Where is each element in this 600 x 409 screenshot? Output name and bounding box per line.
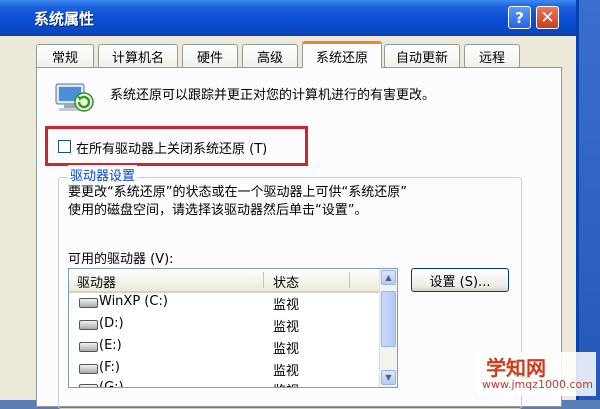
tab-advanced[interactable]: 高级 xyxy=(242,44,298,67)
column-header-status[interactable]: 状态 xyxy=(273,272,299,291)
hard-drive-icon xyxy=(79,298,98,308)
drive-row[interactable]: WinXP (C:) 监视 xyxy=(69,293,381,313)
tab-remote[interactable]: 远程 xyxy=(464,44,520,67)
window-title: 系统属性 xyxy=(34,10,95,28)
scroll-thumb[interactable] xyxy=(381,291,396,347)
drive-status: 监视 xyxy=(273,298,300,313)
drive-status: 监视 xyxy=(273,364,300,379)
close-icon: ✕ xyxy=(540,7,555,28)
watermark-brand: 学知网 xyxy=(486,356,546,380)
hard-drive-icon xyxy=(79,384,98,387)
tab-computer-name[interactable]: 计算机名 xyxy=(98,44,178,67)
intro-text: 系统还原可以跟踪并更正对您的计算机进行的有害更改。 xyxy=(110,88,436,103)
tab-label: 计算机名 xyxy=(111,50,164,66)
drive-row[interactable]: (F:) 监视 xyxy=(69,359,381,379)
description-line-1: 要更改“系统还原”的状态或在一个驱动器上可供“系统还原” xyxy=(68,185,407,200)
tab-label: 高级 xyxy=(256,50,283,66)
tab-label: 远程 xyxy=(478,50,505,66)
help-button[interactable]: ? xyxy=(508,6,531,29)
watermark-url: www.jmqz1000.com xyxy=(482,378,593,391)
hard-drive-icon xyxy=(79,320,98,330)
scroll-down-button[interactable]: ▼ xyxy=(381,370,396,385)
chevron-down-icon: ▼ xyxy=(385,373,392,382)
drive-name: (G:) xyxy=(99,380,124,388)
title-bar[interactable]: 系统属性 ? ✕ xyxy=(0,0,576,36)
hard-drive-icon xyxy=(79,364,98,374)
drive-name: (D:) xyxy=(99,316,124,331)
tab-label: 自动更新 xyxy=(395,50,448,66)
close-button[interactable]: ✕ xyxy=(536,6,559,29)
drive-settings-legend: 驱动器设置 xyxy=(68,165,138,184)
vertical-scrollbar[interactable]: ▲ ▼ xyxy=(379,269,397,387)
tab-label: 常规 xyxy=(51,50,78,66)
drive-name: WinXP (C:) xyxy=(99,294,168,309)
drive-status: 监视 xyxy=(273,342,300,357)
tab-general[interactable]: 常规 xyxy=(36,44,94,67)
tab-automatic-updates[interactable]: 自动更新 xyxy=(384,44,460,67)
drive-name: (F:) xyxy=(99,360,120,375)
tab-system-restore[interactable]: 系统还原 xyxy=(302,41,382,68)
available-drives-label: 可用的驱动器 (V): xyxy=(68,252,174,267)
scroll-up-button[interactable]: ▲ xyxy=(381,270,396,285)
drive-row[interactable]: (G:) 监视 xyxy=(69,379,381,388)
column-separator[interactable] xyxy=(263,272,264,288)
tab-label: 系统还原 xyxy=(315,50,368,66)
tab-hardware[interactable]: 硬件 xyxy=(182,44,238,67)
hard-drive-icon xyxy=(79,342,98,352)
system-properties-dialog: 系统属性 ? ✕ 常规 计算机名 硬件 高级 系统还原 自动更新 远程 系统还原… xyxy=(0,0,579,409)
drive-row[interactable]: (E:) 监视 xyxy=(69,337,381,357)
column-separator[interactable] xyxy=(349,272,350,288)
description-line-2: 使用的磁盘空间，请选择该驱动器然后单击“设置”。 xyxy=(68,203,368,218)
settings-button[interactable]: 设置 (S)... xyxy=(411,268,509,292)
tab-label: 硬件 xyxy=(196,50,223,66)
drive-status: 监视 xyxy=(273,380,299,387)
drive-settings-description: 要更改“系统还原”的状态或在一个驱动器上可供“系统还原” 使用的磁盘空间，请选择… xyxy=(68,184,407,220)
drive-name: (E:) xyxy=(99,338,122,353)
list-header: 驱动器 状态 xyxy=(69,269,381,293)
disable-restore-label[interactable]: 在所有驱动器上关闭系统还原 (T) xyxy=(76,138,267,157)
column-header-drive[interactable]: 驱动器 xyxy=(77,272,116,291)
chevron-up-icon: ▲ xyxy=(385,273,392,282)
desktop-background xyxy=(576,0,600,400)
drive-status: 监视 xyxy=(273,320,300,335)
drive-row[interactable]: (D:) 监视 xyxy=(69,315,381,335)
help-icon: ? xyxy=(515,8,524,27)
system-restore-icon xyxy=(55,83,94,112)
watermark: 学知网 www.jmqz1000.com xyxy=(478,352,596,396)
drives-list[interactable]: 驱动器 状态 WinXP (C:) 监视 (D:) 监视 (E:) 监视 (F:… xyxy=(68,268,398,388)
disable-restore-checkbox[interactable] xyxy=(58,140,71,153)
